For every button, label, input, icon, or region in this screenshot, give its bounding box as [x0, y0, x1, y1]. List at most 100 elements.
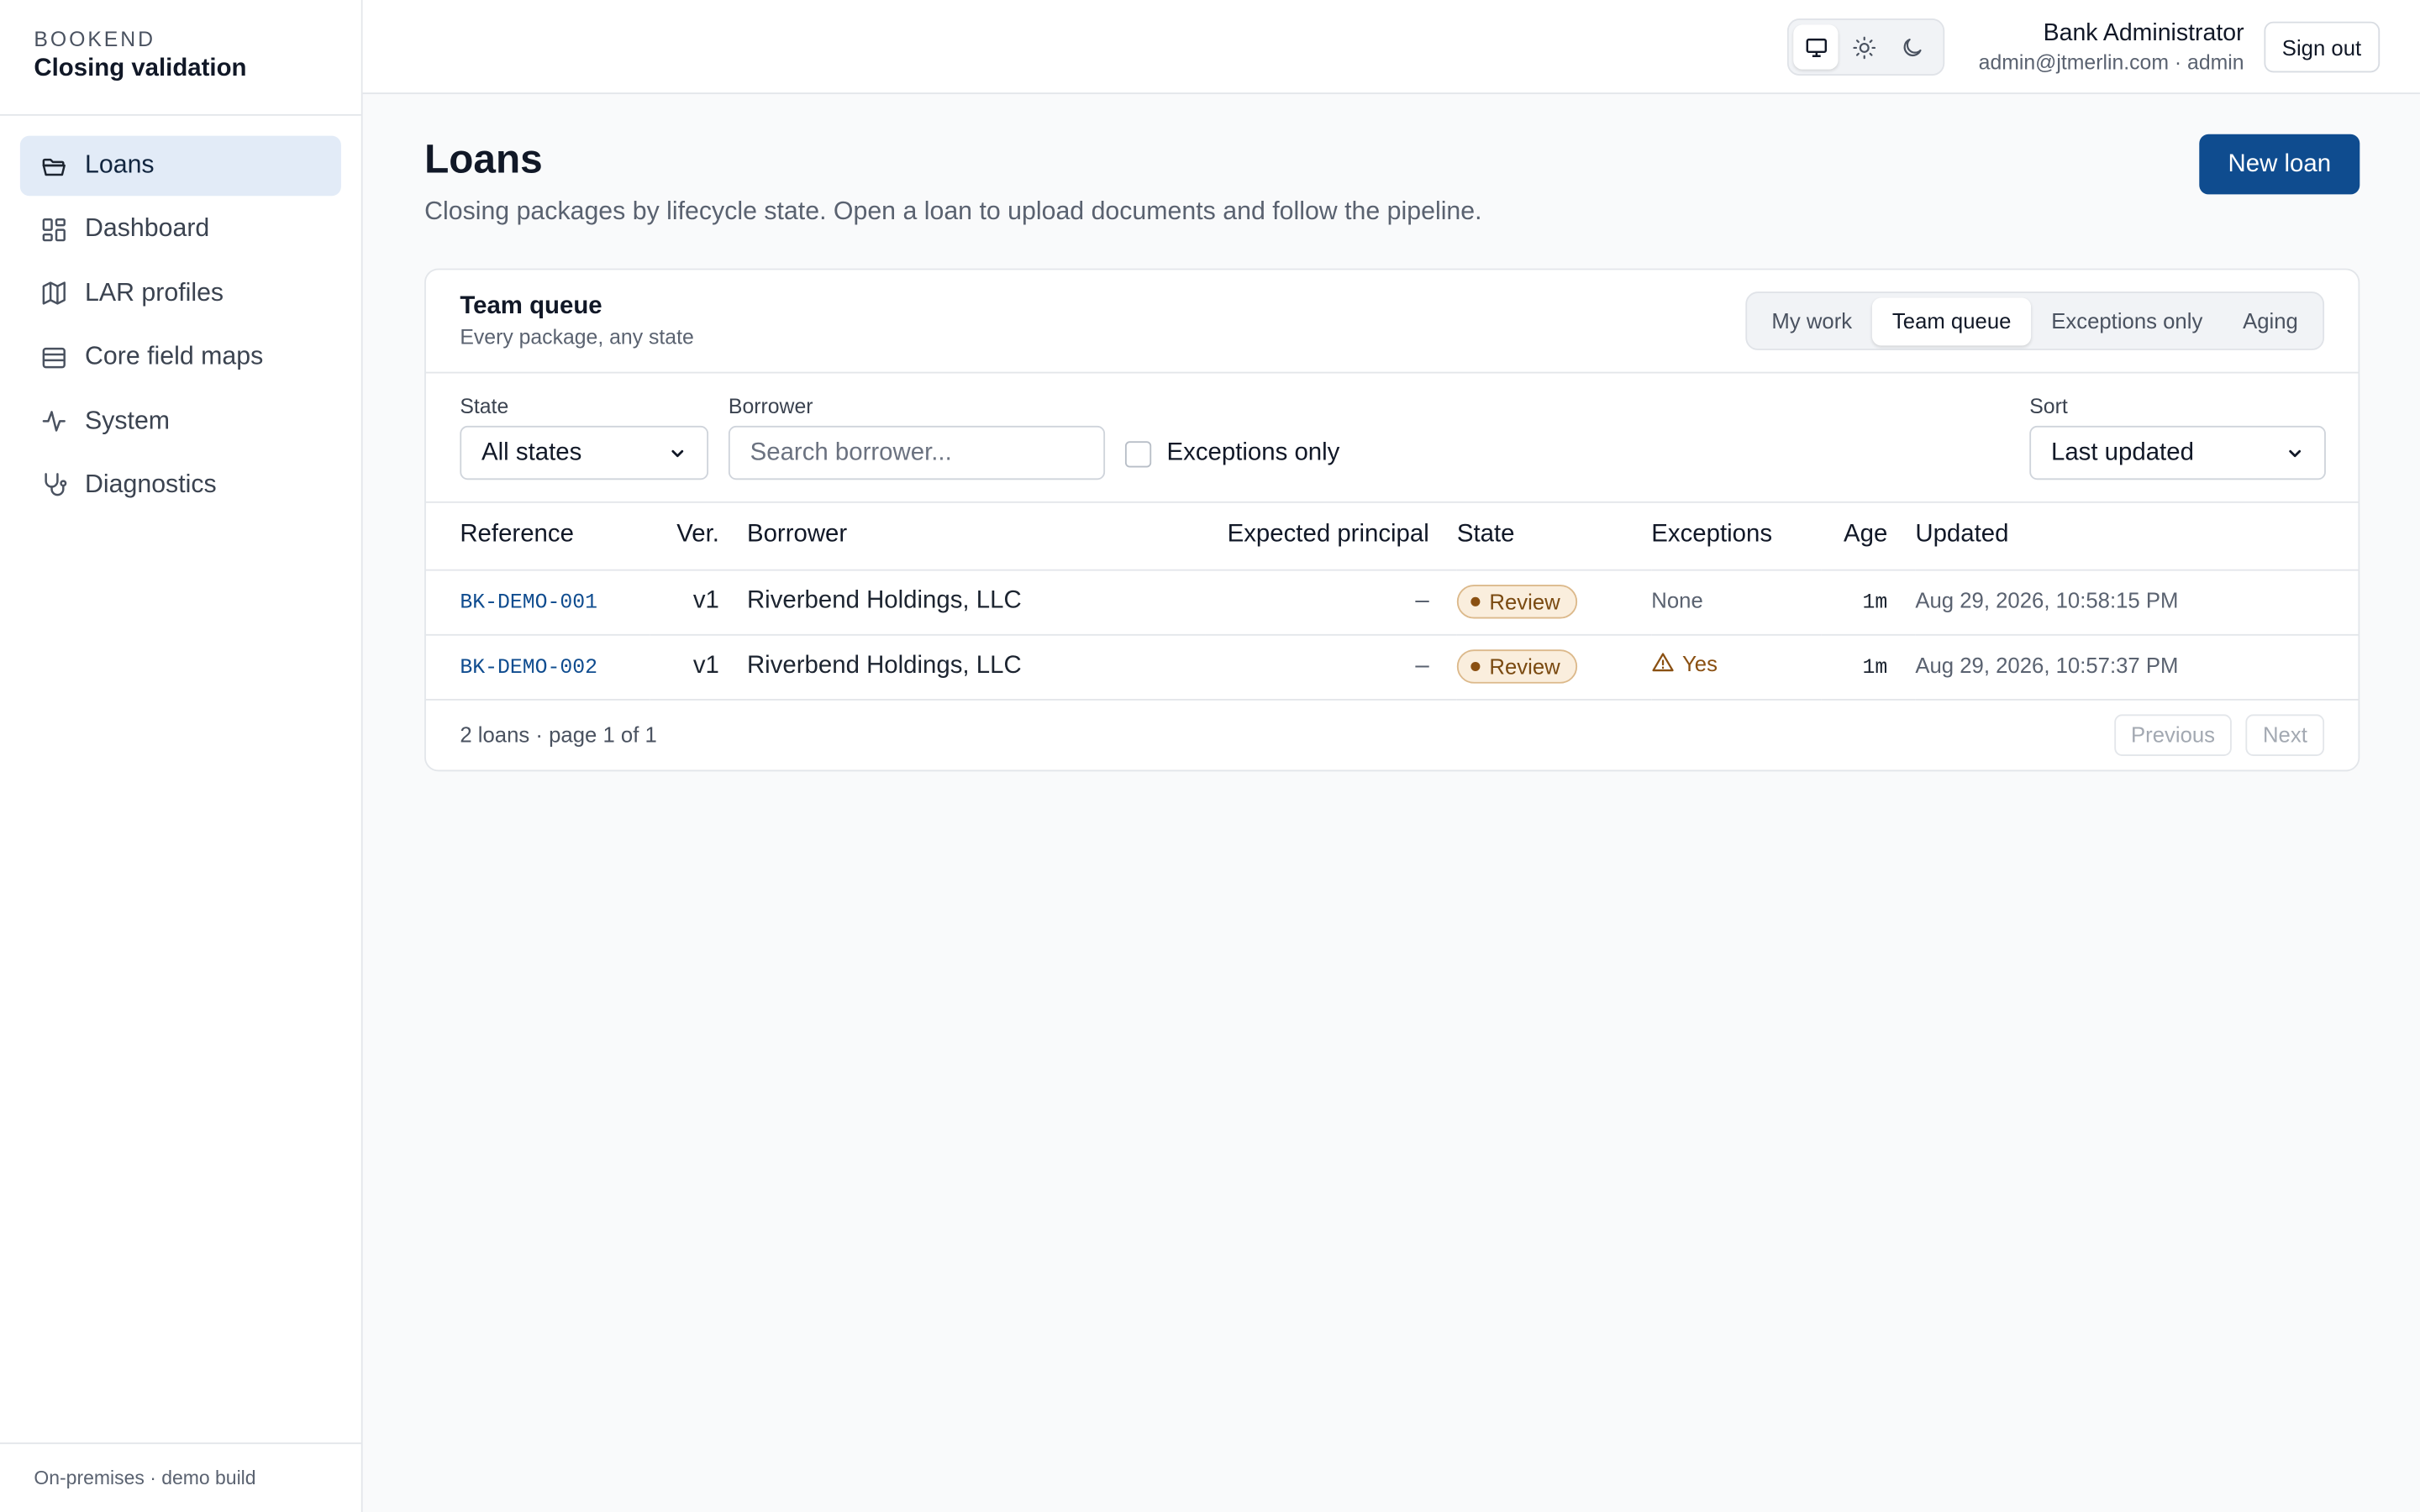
user-name: Bank Administrator [2043, 19, 2244, 47]
sidebar-item-label: LAR profiles [85, 279, 224, 307]
loan-borrower: Riverbend Holdings, LLC [746, 633, 1206, 700]
warning-triangle-icon [1652, 653, 1674, 672]
column-header-exceptions[interactable]: Exceptions [1651, 502, 1822, 570]
sort-select-value: Last updated [2050, 438, 2194, 465]
loan-borrower: Riverbend Holdings, LLC [746, 569, 1206, 635]
loan-expected-principal: – [1205, 569, 1457, 635]
loan-reference-link[interactable]: BK-DEMO-001 [460, 592, 597, 616]
tab-team-queue[interactable]: Team queue [1872, 297, 2032, 345]
page-subtitle: Closing packages by lifecycle state. Ope… [424, 197, 1482, 226]
page-title: Loans [424, 135, 543, 182]
column-header-borrower[interactable]: Borrower [746, 502, 1206, 570]
sidebar-item-label: Core field maps [85, 343, 264, 371]
map-icon [40, 280, 68, 307]
user-info: Bank Administrator admin@jtmerlin.com · … [1979, 20, 2244, 74]
chevron-down-icon [671, 449, 684, 457]
theme-light-button[interactable] [1842, 24, 1887, 69]
activity-icon [40, 407, 68, 435]
user-email-role: admin@jtmerlin.com · admin [1978, 50, 2244, 75]
folder-icon [40, 152, 68, 180]
exceptions-only-toggle[interactable]: Exceptions only [1124, 439, 1339, 467]
sidebar-item-label: Loans [85, 150, 155, 180]
column-header-expected-principal[interactable]: Expected principal [1205, 502, 1457, 570]
sidebar-item-system[interactable]: System [20, 391, 341, 452]
brand-eyebrow: BOOKEND [34, 28, 155, 51]
pagination-summary: 2 loans · page 1 of 1 [460, 721, 657, 747]
brand: BOOKEND Closing validation [0, 0, 361, 116]
status-dot-icon [1470, 596, 1481, 606]
state-select[interactable]: All states [460, 425, 709, 480]
sidebar-item-dashboard[interactable]: Dashboard [20, 200, 341, 260]
loan-exceptions-label: Yes [1682, 650, 1718, 676]
sun-icon [1853, 35, 1876, 59]
loan-expected-principal: – [1205, 633, 1457, 700]
status-dot-icon [1470, 661, 1481, 671]
sidebar-item-label: Diagnostics [85, 470, 217, 499]
brand-title: Closing validation [34, 55, 247, 82]
column-header-reference[interactable]: Reference [425, 502, 650, 570]
tab-my-work[interactable]: My work [1752, 297, 1872, 345]
queue-subtitle: Every package, any state [460, 325, 694, 349]
app: BOOKEND Closing validation Loans Dashboa… [0, 0, 2420, 1512]
loan-updated: Aug 29, 2026, 10:58:15 PM [1915, 587, 2179, 613]
chevron-down-icon [2289, 449, 2302, 457]
exceptions-only-checkbox[interactable] [1124, 440, 1152, 467]
sign-out-button[interactable]: Sign out [2263, 21, 2381, 73]
loan-version: v1 [650, 633, 747, 700]
table-row[interactable]: BK-DEMO-002 v1 Riverbend Holdings, LLC –… [425, 633, 2359, 700]
loan-updated: Aug 29, 2026, 10:57:37 PM [1915, 652, 2179, 678]
topbar: Bank Administrator admin@jtmerlin.com · … [362, 0, 2420, 95]
borrower-search-input[interactable] [728, 425, 1106, 480]
loan-queue-card: Team queue Every package, any state My w… [424, 268, 2360, 772]
state-select-value: All states [481, 438, 582, 465]
state-badge: Review [1456, 649, 1577, 684]
state-filter-label: State [460, 395, 509, 418]
tab-exceptions-only[interactable]: Exceptions only [2031, 297, 2223, 345]
sort-select[interactable]: Last updated [2029, 425, 2326, 480]
pagination: Previous Next [2100, 713, 2325, 756]
column-header-version[interactable]: Ver. [650, 502, 747, 570]
loan-age: 1m [1862, 657, 1888, 680]
sidebar: BOOKEND Closing validation Loans Dashboa… [0, 0, 363, 1512]
state-badge-label: Review [1489, 589, 1560, 615]
column-header-updated[interactable]: Updated [1915, 502, 2359, 570]
filters-bar: State All states Borrower Exceptions onl… [425, 373, 2359, 503]
loan-age: 1m [1862, 592, 1888, 616]
table-icon [40, 344, 68, 371]
loan-exceptions: None [1651, 587, 1703, 613]
sidebar-item-diagnostics[interactable]: Diagnostics [20, 455, 341, 516]
theme-dark-button[interactable] [1890, 24, 1935, 69]
sidebar-item-loans[interactable]: Loans [19, 135, 341, 197]
loan-version: v1 [650, 569, 747, 635]
moon-icon [1904, 38, 1923, 56]
sidebar-item-label: Dashboard [85, 215, 210, 244]
new-loan-button[interactable]: New loan [2199, 134, 2360, 195]
theme-toggle [1786, 18, 1945, 76]
column-header-state[interactable]: State [1456, 502, 1652, 570]
queue-title: Team queue [460, 292, 602, 320]
sidebar-item-label: System [85, 407, 171, 435]
sidebar-footer: On-premises · demo build [0, 1442, 361, 1512]
state-badge-label: Review [1489, 654, 1560, 680]
table-footer: 2 loans · page 1 of 1 Previous Next [426, 700, 2359, 768]
sidebar-item-core-field-maps[interactable]: Core field maps [20, 328, 341, 388]
loans-table: Reference Ver. Borrower Expected princip… [425, 502, 2359, 700]
sidebar-item-lar-profiles[interactable]: LAR profiles [20, 264, 341, 324]
table-row[interactable]: BK-DEMO-001 v1 Riverbend Holdings, LLC –… [425, 569, 2359, 635]
previous-page-button[interactable]: Previous [2113, 713, 2233, 756]
card-header: Team queue Every package, any state My w… [425, 270, 2359, 374]
sidebar-nav: Loans Dashboard LAR profiles Core field … [0, 116, 361, 539]
state-badge: Review [1456, 585, 1577, 619]
theme-system-button[interactable] [1793, 24, 1839, 70]
loan-reference-link[interactable]: BK-DEMO-002 [460, 657, 597, 680]
column-header-age[interactable]: Age [1821, 502, 1916, 570]
monitor-icon [1805, 37, 1827, 57]
borrower-filter-label: Borrower [728, 395, 813, 418]
tab-aging[interactable]: Aging [2223, 297, 2318, 345]
table-header-row: Reference Ver. Borrower Expected princip… [425, 502, 2359, 570]
stethoscope-icon [40, 471, 68, 499]
next-page-button[interactable]: Next [2245, 713, 2325, 756]
loan-exceptions: Yes [1651, 651, 1718, 675]
dashboard-icon [40, 216, 68, 244]
queue-view-tabs: My work Team queue Exceptions only Aging [1745, 291, 2325, 350]
